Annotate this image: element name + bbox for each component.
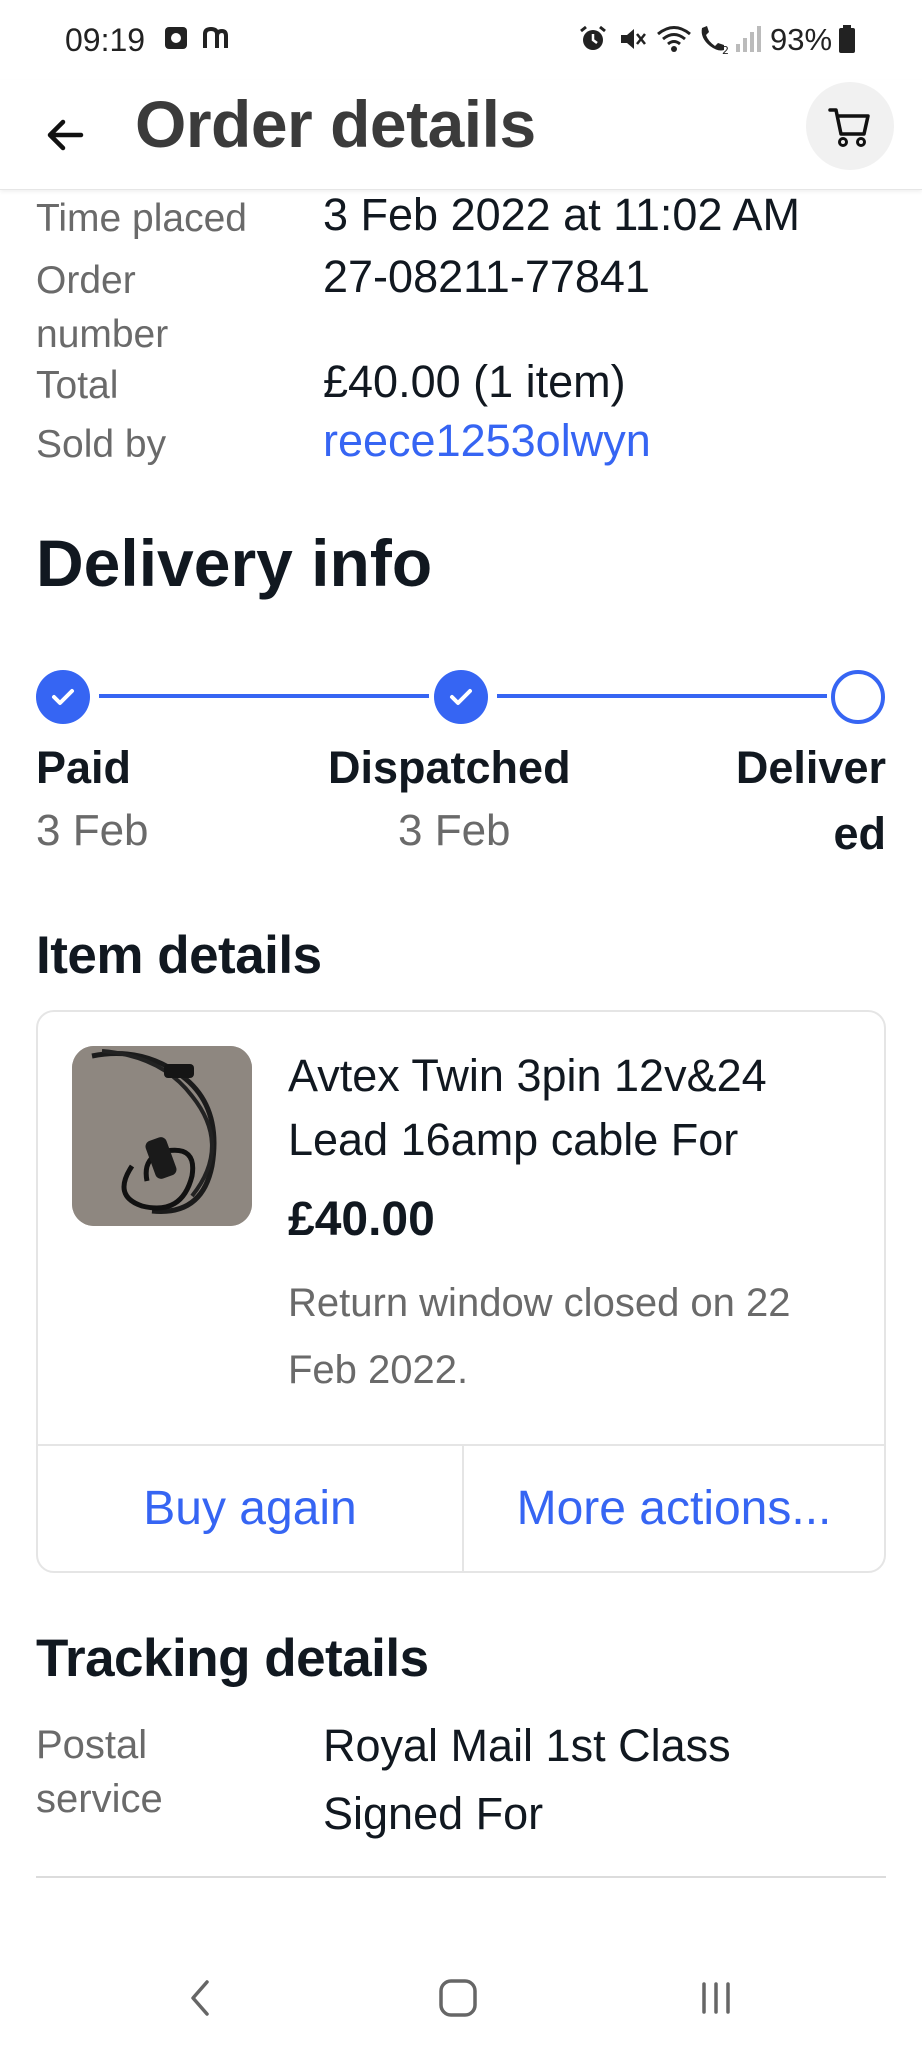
postal-service-label: Postal service: [36, 1718, 236, 1826]
delivery-info-title: Delivery info: [36, 526, 433, 600]
more-actions-button[interactable]: More actions...: [464, 1446, 884, 1571]
mute-icon: [617, 24, 647, 59]
item-title[interactable]: Avtex Twin 3pin 12v&24 Lead 16amp cable …: [288, 1044, 858, 1172]
postal-service-label-line1: Postal: [36, 1723, 148, 1767]
nav-recents-icon: [702, 1982, 730, 2014]
progress-line-2: [497, 694, 827, 698]
step-paid-date: 3 Feb: [36, 806, 149, 855]
back-button[interactable]: [30, 100, 100, 170]
total-label: Total: [36, 364, 119, 407]
item-card: Avtex Twin 3pin 12v&24 Lead 16amp cable …: [36, 1010, 886, 1573]
nav-home-icon: [439, 1979, 477, 2017]
step-paid-label: Paid: [36, 742, 132, 793]
battery-icon: [838, 24, 856, 59]
total-value: £40.00 (1 item): [323, 356, 626, 407]
svg-text:2: 2: [722, 44, 729, 54]
wifi-icon: [656, 24, 692, 59]
step-dispatched-date: 3 Feb: [398, 806, 511, 855]
tracking-details-title: Tracking details: [36, 1629, 429, 1688]
app-bar: Order details: [0, 80, 922, 190]
cable-image: [72, 1046, 252, 1226]
checkmark-icon: [52, 689, 74, 705]
status-time: 09:19: [65, 22, 146, 58]
notification-n-icon: [200, 24, 230, 57]
step-delivered-indicator: [831, 670, 885, 724]
order-number-value: 27-08211-77841: [323, 251, 650, 302]
order-number-label-line1: Order: [36, 259, 136, 302]
sold-by-label: Sold by: [36, 423, 167, 466]
battery-percent: 93%: [770, 22, 833, 57]
checkmark-icon: [450, 689, 472, 705]
item-details-title: Item details: [36, 926, 322, 985]
time-placed-label: Time placed: [36, 197, 247, 240]
return-window-note: Return window closed on 22 Feb 2022.: [288, 1281, 791, 1392]
order-number-label-line2: number: [36, 313, 169, 356]
step-paid-indicator: [36, 670, 90, 724]
page-title: Order details: [135, 87, 536, 161]
nav-back-icon: [191, 1980, 209, 2016]
section-divider: [36, 1876, 886, 1878]
progress-line-1: [99, 694, 429, 698]
postal-service-value: Royal Mail 1st Class Signed For: [323, 1720, 731, 1839]
cart-icon: [828, 108, 870, 147]
system-nav-bar: [0, 1950, 922, 2048]
wifi-calling-icon: 2: [696, 24, 732, 59]
seller-link[interactable]: reece1253olwyn: [323, 414, 651, 467]
alarm-icon: [578, 24, 608, 59]
status-bar: 09:19 2 93%: [0, 0, 922, 80]
nav-recents-button[interactable]: [676, 1958, 756, 2038]
step-dispatched-label: Dispatched: [328, 742, 571, 793]
buy-again-button[interactable]: Buy again: [38, 1446, 462, 1571]
screen-record-icon: [163, 24, 189, 57]
nav-back-button[interactable]: [160, 1958, 240, 2038]
postal-service-label-line2: service: [36, 1777, 163, 1821]
signal-icon: [734, 24, 762, 59]
item-price: £40.00: [288, 1193, 435, 1246]
nav-home-button[interactable]: [418, 1958, 498, 2038]
step-delivered-label-line2: ed: [833, 808, 886, 859]
step-dispatched-indicator: [434, 670, 488, 724]
arrow-left-icon: [47, 119, 84, 151]
step-delivered-label-line1: Deliver: [735, 742, 886, 793]
item-thumbnail[interactable]: [72, 1046, 252, 1226]
cart-button[interactable]: [806, 82, 894, 170]
time-placed-value: 3 Feb 2022 at 11:02 AM: [323, 189, 801, 240]
